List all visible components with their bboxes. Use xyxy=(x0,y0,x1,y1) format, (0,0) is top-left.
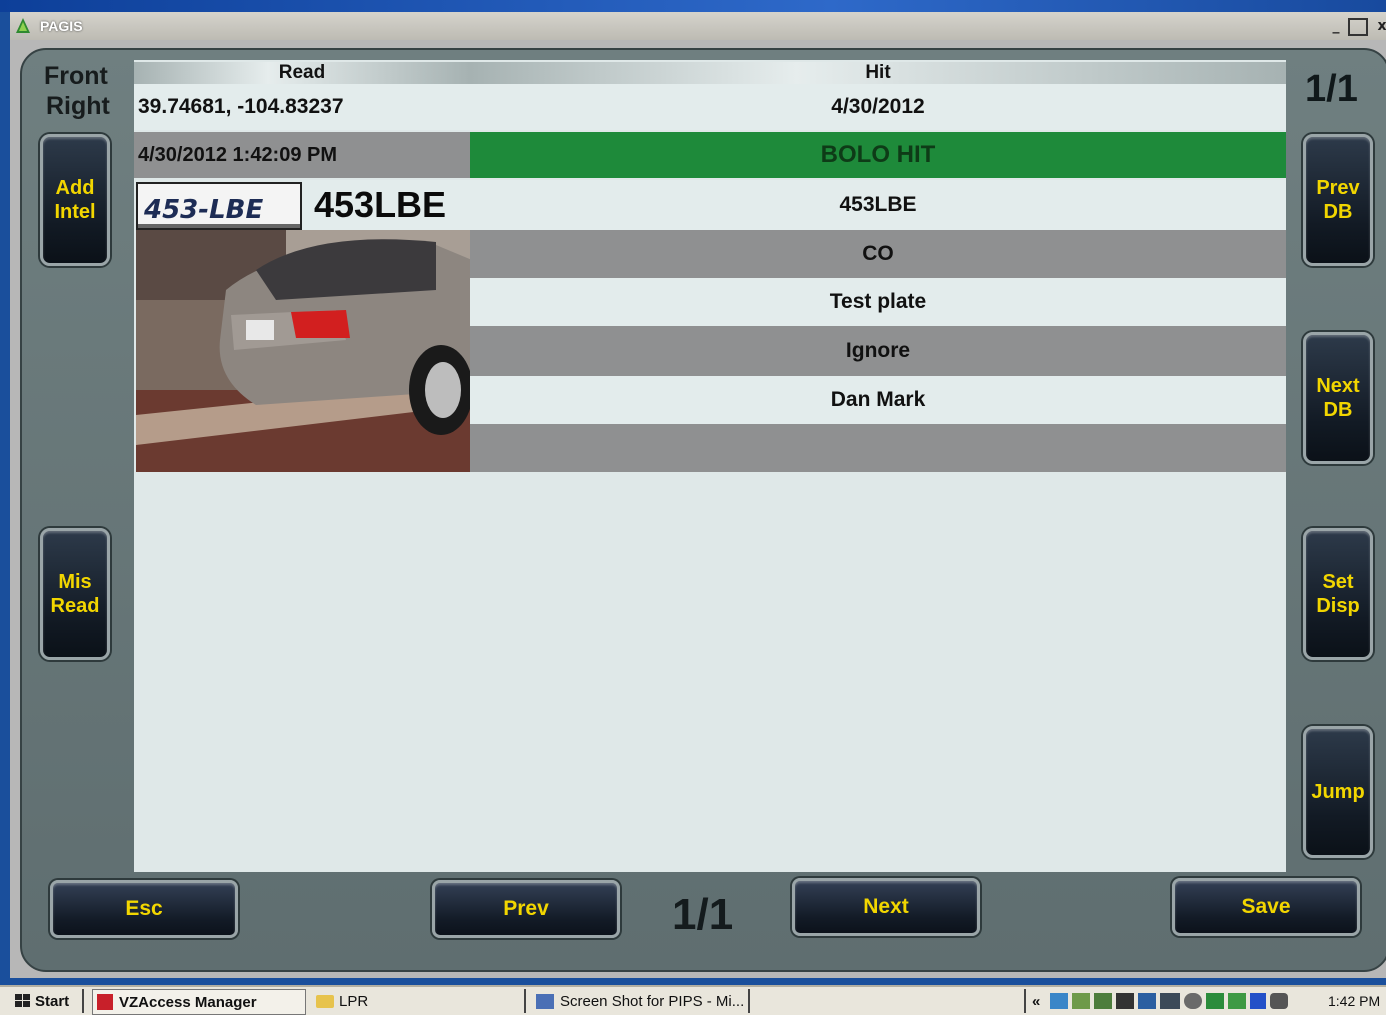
coordinates-text: 39.74681, -104.83237 xyxy=(138,95,344,118)
vzaccess-label: VZAccess Manager xyxy=(119,993,257,1011)
next-db-label-2: DB xyxy=(1323,399,1353,421)
add-intel-label-1: Add xyxy=(55,177,95,199)
system-tray-icons xyxy=(1050,989,1288,1013)
sync-icon[interactable] xyxy=(1184,993,1202,1009)
prev-db-button[interactable]: Prev DB xyxy=(1303,134,1373,266)
taskbar-item-screenshot-doc[interactable]: Screen Shot for PIPS - Mi... xyxy=(536,989,744,1013)
screenshot-doc-label: Screen Shot for PIPS - Mi... xyxy=(560,992,745,1010)
hit-date-text: 4/30/2012 xyxy=(831,95,925,118)
monitor-icon[interactable] xyxy=(1116,993,1134,1009)
minimize-button[interactable]: _ xyxy=(1326,17,1346,35)
next-button[interactable]: Next xyxy=(792,878,980,936)
bolo-status-banner: BOLO HIT xyxy=(470,132,1286,178)
hit-action: Ignore xyxy=(470,326,1286,376)
document-icon xyxy=(536,993,554,1009)
start-label: Start xyxy=(35,992,70,1010)
close-button[interactable]: x xyxy=(1372,17,1386,35)
blue-app-icon[interactable] xyxy=(1250,993,1266,1009)
user-icon[interactable] xyxy=(1094,993,1112,1009)
mis-read-label-1: Mis xyxy=(58,571,92,593)
hit-note: Test plate xyxy=(470,278,1286,326)
hit-action-text: Ignore xyxy=(845,339,911,362)
read-timestamp: 4/30/2012 1:42:09 PM xyxy=(134,132,470,178)
set-disp-button[interactable]: Set Disp xyxy=(1303,528,1373,660)
hit-date: 4/30/2012 xyxy=(470,84,1286,130)
esc-button[interactable]: Esc xyxy=(50,880,238,938)
read-coordinates: 39.74681, -104.83237 xyxy=(134,84,470,130)
network-icon[interactable] xyxy=(1050,993,1068,1009)
antivirus-icon[interactable] xyxy=(1206,993,1224,1009)
taskbar-separator xyxy=(748,989,750,1013)
folder-icon xyxy=(316,994,334,1008)
hit-state: CO xyxy=(470,230,1286,278)
vzaccess-icon xyxy=(97,994,113,1010)
chat-icon[interactable] xyxy=(1270,993,1288,1009)
camera-label-right: Right xyxy=(46,92,110,120)
add-intel-button[interactable]: Add Intel xyxy=(40,134,110,266)
add-intel-label-2: Intel xyxy=(54,201,96,223)
pagis-app-icon xyxy=(16,18,30,33)
hit-plate: 453LBE xyxy=(470,180,1286,230)
hit-extra-row xyxy=(470,424,1286,472)
windows-logo-icon xyxy=(15,994,30,1007)
hit-plate-text: 453LBE xyxy=(839,193,917,216)
tray-expand-chevron[interactable]: « xyxy=(1032,989,1040,1013)
mis-read-label-2: Read xyxy=(50,595,100,617)
read-plate-number: 453LBE xyxy=(302,180,470,230)
bolo-status-text: BOLO HIT xyxy=(820,141,936,168)
taskbar-item-vzaccess[interactable]: VZAccess Manager xyxy=(92,989,306,1015)
vc-icon[interactable] xyxy=(1160,993,1180,1009)
timestamp-text: 4/30/2012 1:42:09 PM xyxy=(138,143,338,166)
next-db-label-1: Next xyxy=(1316,375,1360,397)
tray-separator xyxy=(1024,989,1026,1013)
read-column-header: Read xyxy=(134,62,470,84)
record-counter-top: 1/1 xyxy=(1305,68,1358,110)
plate-number-text: 453LBE xyxy=(314,184,447,225)
signal-icon[interactable] xyxy=(1228,993,1246,1009)
hit-note-text: Test plate xyxy=(829,290,927,313)
camera-label-front: Front xyxy=(44,62,108,90)
lpr-label: LPR xyxy=(339,992,369,1010)
shield-icon[interactable] xyxy=(1072,993,1090,1009)
window-title: PAGIS xyxy=(40,18,83,34)
taskbar-separator xyxy=(524,989,526,1013)
maximize-button[interactable]: □ xyxy=(1348,18,1368,36)
record-counter-bottom: 1/1 xyxy=(672,890,734,939)
taskbar: Start VZAccess Manager LPR Screen Shot f… xyxy=(0,985,1386,1015)
hit-officer-text: Dan Mark xyxy=(830,388,926,411)
jump-button[interactable]: Jump xyxy=(1303,726,1373,858)
prev-button[interactable]: Prev xyxy=(432,880,620,938)
plate-crop-text: 453-LBE xyxy=(143,195,263,225)
taskbar-separator xyxy=(82,989,84,1013)
set-disp-label-1: Set xyxy=(1322,571,1354,593)
taskbar-item-lpr[interactable]: LPR xyxy=(316,989,368,1013)
vz-icon[interactable] xyxy=(1138,993,1156,1009)
plate-crop-image: 453-LBE xyxy=(136,182,302,230)
title-bar: PAGIS _ □ x xyxy=(10,12,1386,41)
start-button[interactable]: Start xyxy=(14,989,69,1013)
set-disp-label-2: Disp xyxy=(1316,595,1360,617)
hit-state-text: CO xyxy=(862,242,894,265)
mis-read-button[interactable]: Mis Read xyxy=(40,528,110,660)
hit-column-header: Hit xyxy=(470,62,1286,84)
save-button[interactable]: Save xyxy=(1172,878,1360,936)
vehicle-photo xyxy=(136,230,472,472)
next-db-button[interactable]: Next DB xyxy=(1303,332,1373,464)
clock: 1:42 PM xyxy=(1328,993,1381,1009)
prev-db-label-1: Prev xyxy=(1316,177,1360,199)
prev-db-label-2: DB xyxy=(1323,201,1353,223)
hit-officer: Dan Mark xyxy=(470,376,1286,424)
desktop-strip xyxy=(0,0,1386,12)
